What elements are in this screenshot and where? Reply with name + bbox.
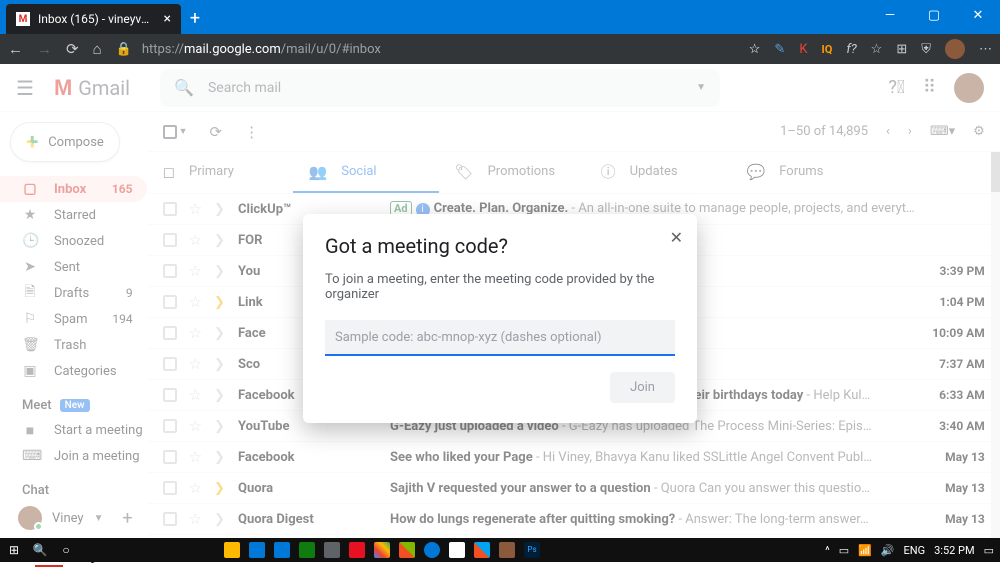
forward-button[interactable]: → [37,40,52,58]
new-tab-button[interactable]: + [181,4,209,32]
volume-icon[interactable] [449,542,465,558]
chrome-icon[interactable] [374,542,390,558]
meeting-code-dialog: ✕ Got a meeting code? To join a meeting,… [303,214,697,423]
language-indicator[interactable]: ENG [904,544,926,557]
settings-taskbar-icon[interactable] [324,542,340,558]
ext-iq-icon[interactable]: IQ [822,43,833,56]
meeting-code-input[interactable] [325,320,675,356]
mail-icon[interactable] [274,542,290,558]
maximize-button[interactable]: ▢ [912,0,956,30]
browser-urlbar: ← → ⟳ ⌂ 🔒 https://mail.google.com/mail/u… [0,34,1000,64]
app-icon-3[interactable] [499,542,515,558]
bookmark-icon[interactable]: ☆ [749,42,761,57]
close-dialog-icon[interactable]: ✕ [670,228,683,247]
windows-taskbar: ⊞ 🔍 ○ Ps ^ ▭ 📶 🔊 ENG 3:52 PM ▭ [0,538,1000,562]
modal-overlay: ✕ Got a meeting code? To join a meeting,… [0,64,1000,538]
ms-icon[interactable] [399,542,415,558]
address-bar[interactable]: 🔒 https://mail.google.com/mail/u/0/#inbo… [116,42,735,57]
window-titlebar: M Inbox (165) - vineyvande19@gm × + — ▢ … [0,0,1000,34]
app-icon[interactable] [299,542,315,558]
refresh-button[interactable]: ⟳ [66,40,79,58]
photoshop-icon[interactable]: Ps [524,542,540,558]
sound-icon[interactable]: 🔊 [881,544,895,557]
system-tray: ^ ▭ 📶 🔊 ENG 3:52 PM ▭ [825,544,994,557]
ext-fx-icon[interactable]: f? [846,42,856,57]
collections-icon[interactable]: ⊞ [896,42,907,57]
explorer-icon[interactable] [224,542,240,558]
taskbar-apps: Ps [224,542,540,558]
close-tab-icon[interactable]: × [164,11,171,27]
profile-avatar[interactable] [945,39,965,59]
menu-icon[interactable]: ⋯ [979,42,992,57]
join-button[interactable]: Join [610,372,675,403]
window-controls: — ▢ ✕ [868,0,1000,30]
browser-tab[interactable]: M Inbox (165) - vineyvande19@gm × [6,4,181,34]
minimize-button[interactable]: — [868,0,912,30]
ms-icon-2[interactable] [474,542,490,558]
start-button[interactable]: ⊞ [6,542,22,558]
ext-k-icon[interactable]: K [799,42,807,57]
ext-icon-2[interactable]: ⛨ [921,42,931,57]
edge-icon[interactable] [424,542,440,558]
home-button[interactable]: ⌂ [93,40,102,58]
tray-chevron-icon[interactable]: ^ [825,544,830,557]
app-icon-2[interactable] [349,542,365,558]
browser-extensions: ☆ ✎ K IQ f? ☆ ⊞ ⛨ ⋯ [749,39,992,59]
cortana-icon[interactable]: ○ [58,542,74,558]
favorites-icon[interactable]: ☆ [871,42,883,57]
dialog-title: Got a meeting code? [325,234,675,258]
close-window-button[interactable]: ✕ [956,0,1000,30]
gmail-favicon: M [16,12,30,26]
notifications-icon[interactable]: ▭ [984,544,994,557]
wifi-icon[interactable]: 📶 [858,544,872,557]
battery-icon[interactable]: ▭ [839,544,849,557]
back-button[interactable]: ← [8,40,23,58]
dialog-description: To join a meeting, enter the meeting cod… [325,272,675,302]
store-icon[interactable] [249,542,265,558]
lock-icon: 🔒 [116,42,132,57]
tab-title: Inbox (165) - vineyvande19@gm [38,12,156,26]
ext-icon[interactable]: ✎ [774,42,785,57]
clock[interactable]: 3:52 PM [934,544,974,557]
search-taskbar-icon[interactable]: 🔍 [32,542,48,558]
